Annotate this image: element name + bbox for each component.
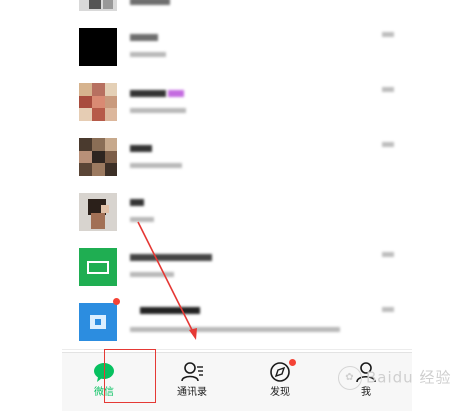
avatar bbox=[79, 28, 117, 66]
avatar bbox=[79, 303, 117, 341]
compass-icon bbox=[270, 362, 290, 382]
chat-row[interactable] bbox=[62, 19, 412, 75]
contact-name bbox=[130, 34, 158, 41]
avatar bbox=[79, 248, 117, 286]
tab-discover[interactable]: 发现 bbox=[250, 353, 310, 401]
chat-row[interactable] bbox=[62, 129, 412, 185]
message-preview bbox=[130, 108, 186, 113]
chat-row[interactable] bbox=[62, 239, 412, 295]
unread-badge bbox=[113, 298, 120, 305]
timestamp bbox=[382, 87, 394, 92]
message-preview bbox=[130, 272, 174, 277]
message-preview bbox=[130, 52, 166, 57]
contact-name bbox=[130, 90, 166, 97]
message-preview bbox=[130, 217, 154, 222]
notification-badge bbox=[289, 359, 296, 366]
avatar bbox=[79, 83, 117, 121]
chat-row[interactable] bbox=[62, 184, 412, 240]
chat-list bbox=[62, 0, 412, 352]
paw-logo-icon: ✿ bbox=[338, 366, 362, 390]
contacts-icon bbox=[181, 362, 203, 382]
watermark: ✿ Baidu 经验 bbox=[338, 366, 469, 396]
timestamp bbox=[382, 32, 394, 37]
timestamp bbox=[382, 142, 394, 147]
tab-label: 发现 bbox=[270, 387, 290, 398]
annotation-highlight-box bbox=[104, 349, 156, 403]
contact-name bbox=[130, 145, 152, 152]
contact-name-suffix bbox=[168, 90, 184, 97]
tab-contacts[interactable]: 通讯录 bbox=[162, 353, 222, 401]
contact-name bbox=[130, 0, 170, 5]
contact-name bbox=[140, 307, 200, 314]
message-preview bbox=[130, 327, 340, 332]
chat-row[interactable] bbox=[62, 0, 412, 20]
tab-label: 通讯录 bbox=[177, 387, 207, 398]
message-preview bbox=[130, 163, 182, 168]
watermark-text: Baidu 经验 bbox=[366, 368, 452, 387]
chat-row[interactable] bbox=[62, 74, 412, 130]
chat-row[interactable] bbox=[62, 294, 412, 350]
avatar bbox=[79, 193, 117, 231]
avatar bbox=[79, 0, 117, 11]
contact-name bbox=[130, 199, 144, 206]
timestamp bbox=[382, 252, 394, 257]
avatar bbox=[79, 138, 117, 176]
contact-name bbox=[130, 254, 212, 261]
timestamp bbox=[382, 307, 394, 312]
